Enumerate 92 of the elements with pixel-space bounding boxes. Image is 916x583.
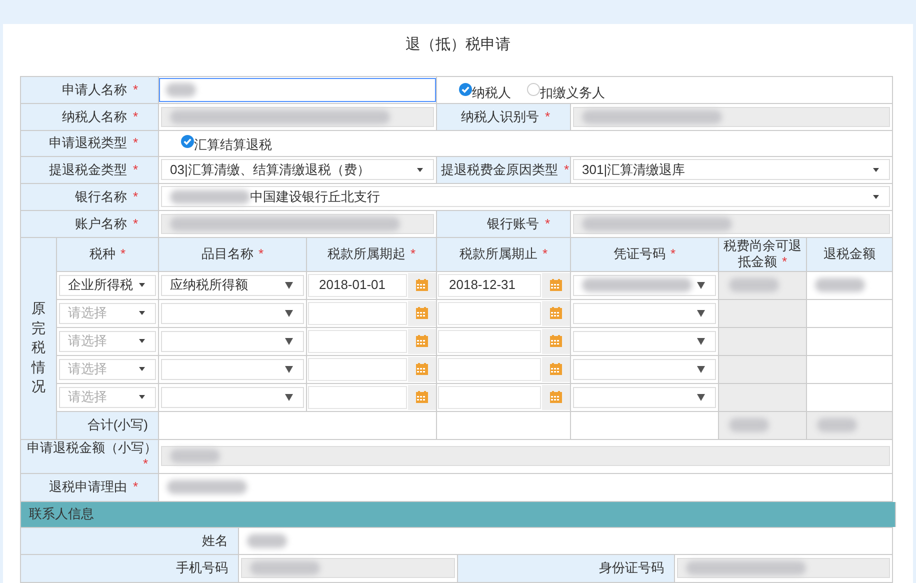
field-label: 提退税费金原因类型	[441, 162, 558, 177]
column-header: 品目名称 *	[201, 246, 264, 261]
dropdown[interactable]	[573, 302, 716, 324]
caret-icon	[697, 282, 705, 288]
caret-icon	[417, 168, 423, 172]
caret-icon	[873, 194, 879, 198]
date-field[interactable]	[308, 302, 407, 324]
field-label: 申请退税金额（小写）	[26, 440, 148, 456]
calendar-icon[interactable]	[416, 279, 428, 291]
date-field[interactable]	[308, 330, 407, 352]
dropdown[interactable]: 企业所得税	[59, 274, 156, 296]
dropdown[interactable]	[573, 274, 716, 296]
field-label: 姓名	[202, 532, 228, 548]
dropdown[interactable]	[573, 386, 716, 408]
required-mark: *	[132, 108, 138, 124]
caret-icon	[139, 395, 145, 399]
calendar-icon[interactable]	[416, 391, 428, 403]
calendar-icon[interactable]	[416, 363, 428, 375]
calendar-icon[interactable]	[550, 307, 562, 319]
caret-icon	[285, 282, 293, 288]
required-mark: *	[132, 479, 138, 494]
page-title: 退（抵）税申请	[406, 36, 510, 53]
caret-icon	[285, 338, 293, 344]
column-header: 凭证号码 *	[613, 246, 676, 261]
column-header: 退税金额	[824, 246, 876, 261]
date-field[interactable]	[438, 330, 541, 352]
dropdown[interactable]	[161, 302, 304, 324]
caret-icon	[139, 311, 145, 315]
caret-icon	[285, 366, 293, 372]
field-label: 纳税人名称	[62, 108, 127, 124]
column-header: 税款所属期止 *	[459, 246, 548, 261]
required-mark: *	[132, 216, 138, 231]
radio-option[interactable]: 纳税人	[459, 82, 511, 102]
date-field[interactable]: 2018-12-31	[438, 274, 541, 296]
date-field[interactable]	[438, 386, 541, 408]
caret-icon	[139, 367, 145, 371]
field-label: 账户名称	[74, 216, 127, 231]
field-label: 身份证号码	[599, 560, 664, 576]
caret-icon	[697, 338, 705, 344]
radio-option[interactable]: 扣缴义务人	[527, 82, 605, 102]
caret-icon	[139, 339, 145, 343]
required-mark: *	[132, 162, 138, 177]
dropdown[interactable]	[161, 330, 304, 352]
calendar-icon[interactable]	[550, 335, 562, 347]
dropdown[interactable]	[161, 386, 304, 408]
caret-icon	[873, 168, 879, 172]
section-header: 联系人信息	[20, 502, 896, 526]
dropdown[interactable]: 03|汇算清缴、结算清缴退税（费）	[161, 159, 434, 180]
dropdown[interactable]	[161, 358, 304, 380]
dropdown[interactable]	[573, 358, 716, 380]
caret-icon	[285, 394, 293, 400]
calendar-icon[interactable]	[416, 335, 428, 347]
field-label: 申请退税类型	[48, 135, 127, 150]
date-field[interactable]	[308, 358, 407, 380]
dropdown[interactable]	[573, 330, 716, 352]
date-field[interactable]	[438, 302, 541, 324]
field-label: 银行账号	[486, 216, 539, 231]
column-header: 税种 *	[89, 246, 126, 261]
required-mark: *	[132, 82, 138, 97]
required-mark: *	[142, 456, 148, 472]
column-header: 税费尚余可退抵金额 *	[724, 238, 802, 269]
dropdown[interactable]: 中国建设银行丘北支行	[161, 186, 890, 207]
calendar-icon[interactable]	[416, 307, 428, 319]
date-field[interactable]	[438, 358, 541, 380]
required-mark: *	[544, 108, 550, 124]
calendar-icon[interactable]	[550, 363, 562, 375]
calendar-icon[interactable]	[550, 279, 562, 291]
caret-icon	[285, 310, 293, 316]
field-label: 手机号码	[176, 560, 228, 576]
required-mark: *	[564, 162, 570, 177]
required-mark: *	[544, 216, 550, 231]
field-label: 退税申请理由	[48, 479, 127, 494]
field-label: 银行名称	[74, 188, 127, 204]
caret-icon	[697, 394, 705, 400]
checkbox-option[interactable]: 汇算结算退税	[181, 134, 272, 154]
required-mark: *	[132, 188, 138, 204]
required-mark: *	[132, 135, 138, 150]
text-field[interactable]	[159, 78, 436, 102]
caret-icon	[697, 366, 705, 372]
date-field[interactable]	[308, 386, 407, 408]
field-label: 合计(小写)	[87, 417, 148, 432]
section-label: 原完税情况	[32, 299, 46, 396]
field-label: 申请人名称	[62, 82, 127, 97]
field-label: 纳税人识别号	[460, 108, 539, 124]
dropdown[interactable]: 应纳税所得额	[161, 274, 304, 296]
date-field[interactable]: 2018-01-01	[308, 274, 407, 296]
calendar-icon[interactable]	[550, 391, 562, 403]
caret-icon	[139, 283, 145, 287]
column-header: 税款所属期起 *	[327, 246, 416, 261]
caret-icon	[697, 310, 705, 316]
field-label: 提退税金类型	[48, 162, 127, 177]
dropdown[interactable]: 301|汇算清缴退库	[573, 159, 890, 180]
